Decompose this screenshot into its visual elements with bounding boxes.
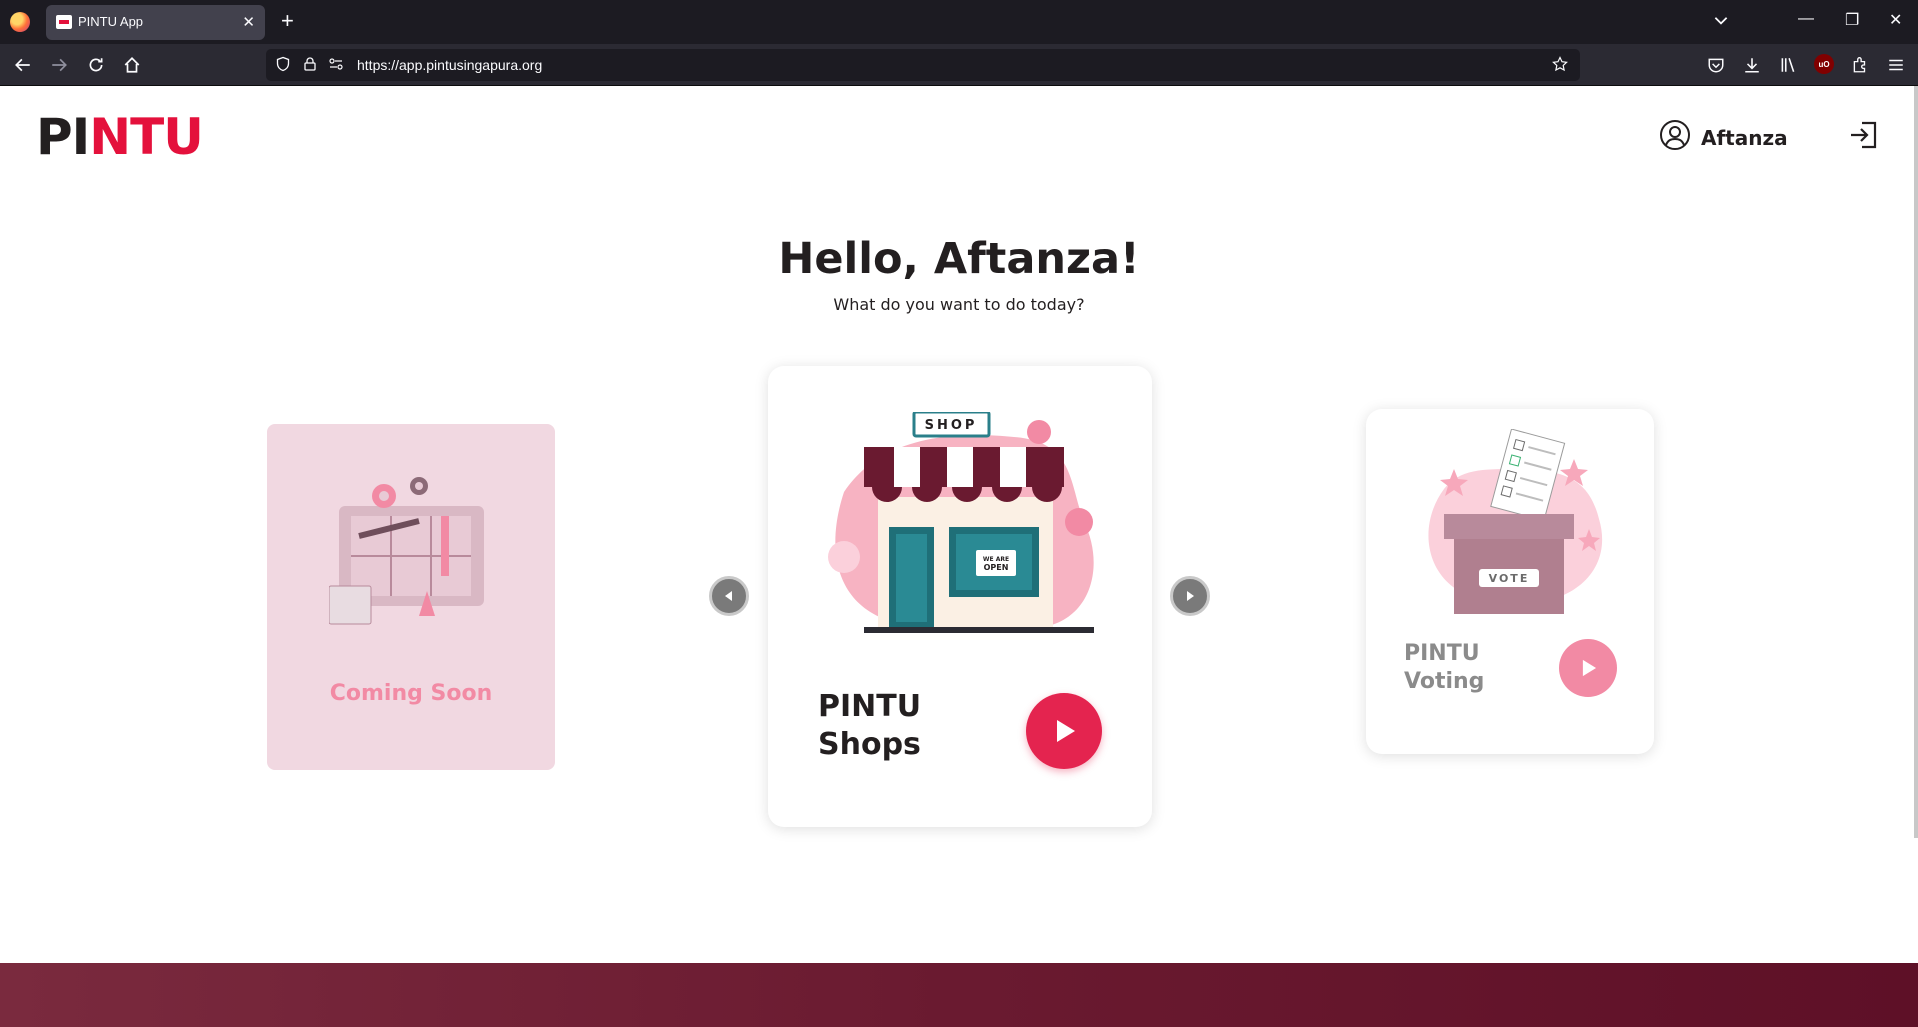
shop-illustration: SHOP WE ARE OPEN bbox=[828, 412, 1094, 633]
plus-icon[interactable]: + bbox=[281, 8, 294, 34]
ublock-icon[interactable]: uO bbox=[1814, 54, 1834, 74]
forward-icon[interactable] bbox=[47, 53, 71, 77]
url-text[interactable]: https://app.pintusingapura.org bbox=[357, 57, 542, 73]
extensions-icon[interactable] bbox=[1848, 53, 1872, 77]
reload-icon[interactable] bbox=[84, 53, 108, 77]
arrow-left-icon bbox=[725, 591, 732, 601]
tab-title: PINTU App bbox=[78, 14, 144, 29]
play-icon bbox=[1582, 659, 1597, 677]
user-icon bbox=[1659, 119, 1691, 156]
user-profile[interactable]: Aftanza bbox=[1659, 119, 1788, 156]
tab-favicon-icon bbox=[56, 15, 72, 29]
scrollbar[interactable] bbox=[1914, 86, 1918, 838]
home-icon[interactable] bbox=[120, 53, 144, 77]
browser-nav-bar: https://app.pintusingapura.org uO bbox=[0, 44, 1918, 86]
star-icon[interactable] bbox=[1552, 56, 1570, 74]
svg-text:VOTE: VOTE bbox=[1489, 572, 1530, 585]
username: Aftanza bbox=[1701, 125, 1788, 150]
carousel-prev-button[interactable] bbox=[709, 576, 749, 616]
svg-text:SHOP: SHOP bbox=[925, 418, 978, 433]
coming-soon-label: Coming Soon bbox=[329, 681, 493, 706]
logout-icon[interactable] bbox=[1848, 119, 1880, 151]
shield-icon[interactable] bbox=[275, 56, 293, 74]
close-icon[interactable]: ✕ bbox=[242, 13, 255, 31]
pintu-shops-card[interactable]: SHOP WE ARE OPEN PINTU Shops bbox=[768, 366, 1152, 827]
download-icon[interactable] bbox=[1740, 53, 1764, 77]
chevron-down-icon[interactable] bbox=[1712, 11, 1730, 29]
svg-text:WE ARE: WE ARE bbox=[983, 556, 1009, 563]
coming-soon-card: Coming Soon bbox=[267, 424, 555, 770]
permissions-icon[interactable] bbox=[328, 56, 346, 74]
svg-text:OPEN: OPEN bbox=[984, 563, 1009, 572]
menu-icon[interactable] bbox=[1884, 53, 1908, 77]
library-icon[interactable] bbox=[1776, 53, 1800, 77]
carousel-next-button[interactable] bbox=[1170, 576, 1210, 616]
greeting-subtitle: What do you want to do today? bbox=[833, 295, 1085, 314]
greeting-heading: Hello, Aftanza! bbox=[778, 234, 1140, 284]
minimize-icon[interactable]: — bbox=[1798, 10, 1814, 28]
pintu-voting-play-button[interactable] bbox=[1559, 639, 1617, 697]
restore-icon[interactable]: ❐ bbox=[1845, 10, 1859, 30]
back-icon[interactable] bbox=[11, 53, 35, 77]
browser-tab[interactable]: PINTU App ✕ bbox=[46, 5, 265, 40]
lock-icon[interactable] bbox=[302, 56, 320, 74]
pintu-shops-title: PINTU Shops bbox=[818, 689, 922, 762]
pocket-icon[interactable] bbox=[1704, 53, 1728, 77]
under-construction-illustration bbox=[329, 477, 484, 625]
firefox-icon[interactable] bbox=[10, 12, 30, 32]
page-content: PINTU Aftanza Hello, Aftanza! What do yo… bbox=[0, 86, 1918, 1027]
voting-illustration: VOTE bbox=[1428, 429, 1603, 614]
window-close-icon[interactable]: ✕ bbox=[1889, 10, 1902, 30]
page-footer bbox=[0, 963, 1918, 1027]
play-icon bbox=[1057, 720, 1075, 742]
pintu-voting-title: PINTU Voting bbox=[1404, 641, 1485, 694]
browser-tab-bar: PINTU App ✕ + — ❐ ✕ bbox=[0, 0, 1918, 44]
arrow-right-icon bbox=[1187, 591, 1194, 601]
url-bar[interactable]: https://app.pintusingapura.org bbox=[266, 49, 1580, 81]
pintu-shops-play-button[interactable] bbox=[1026, 693, 1102, 769]
pintu-logo[interactable]: PINTU bbox=[36, 112, 204, 162]
pintu-voting-card[interactable]: VOTE PINTU Voting bbox=[1366, 409, 1654, 754]
